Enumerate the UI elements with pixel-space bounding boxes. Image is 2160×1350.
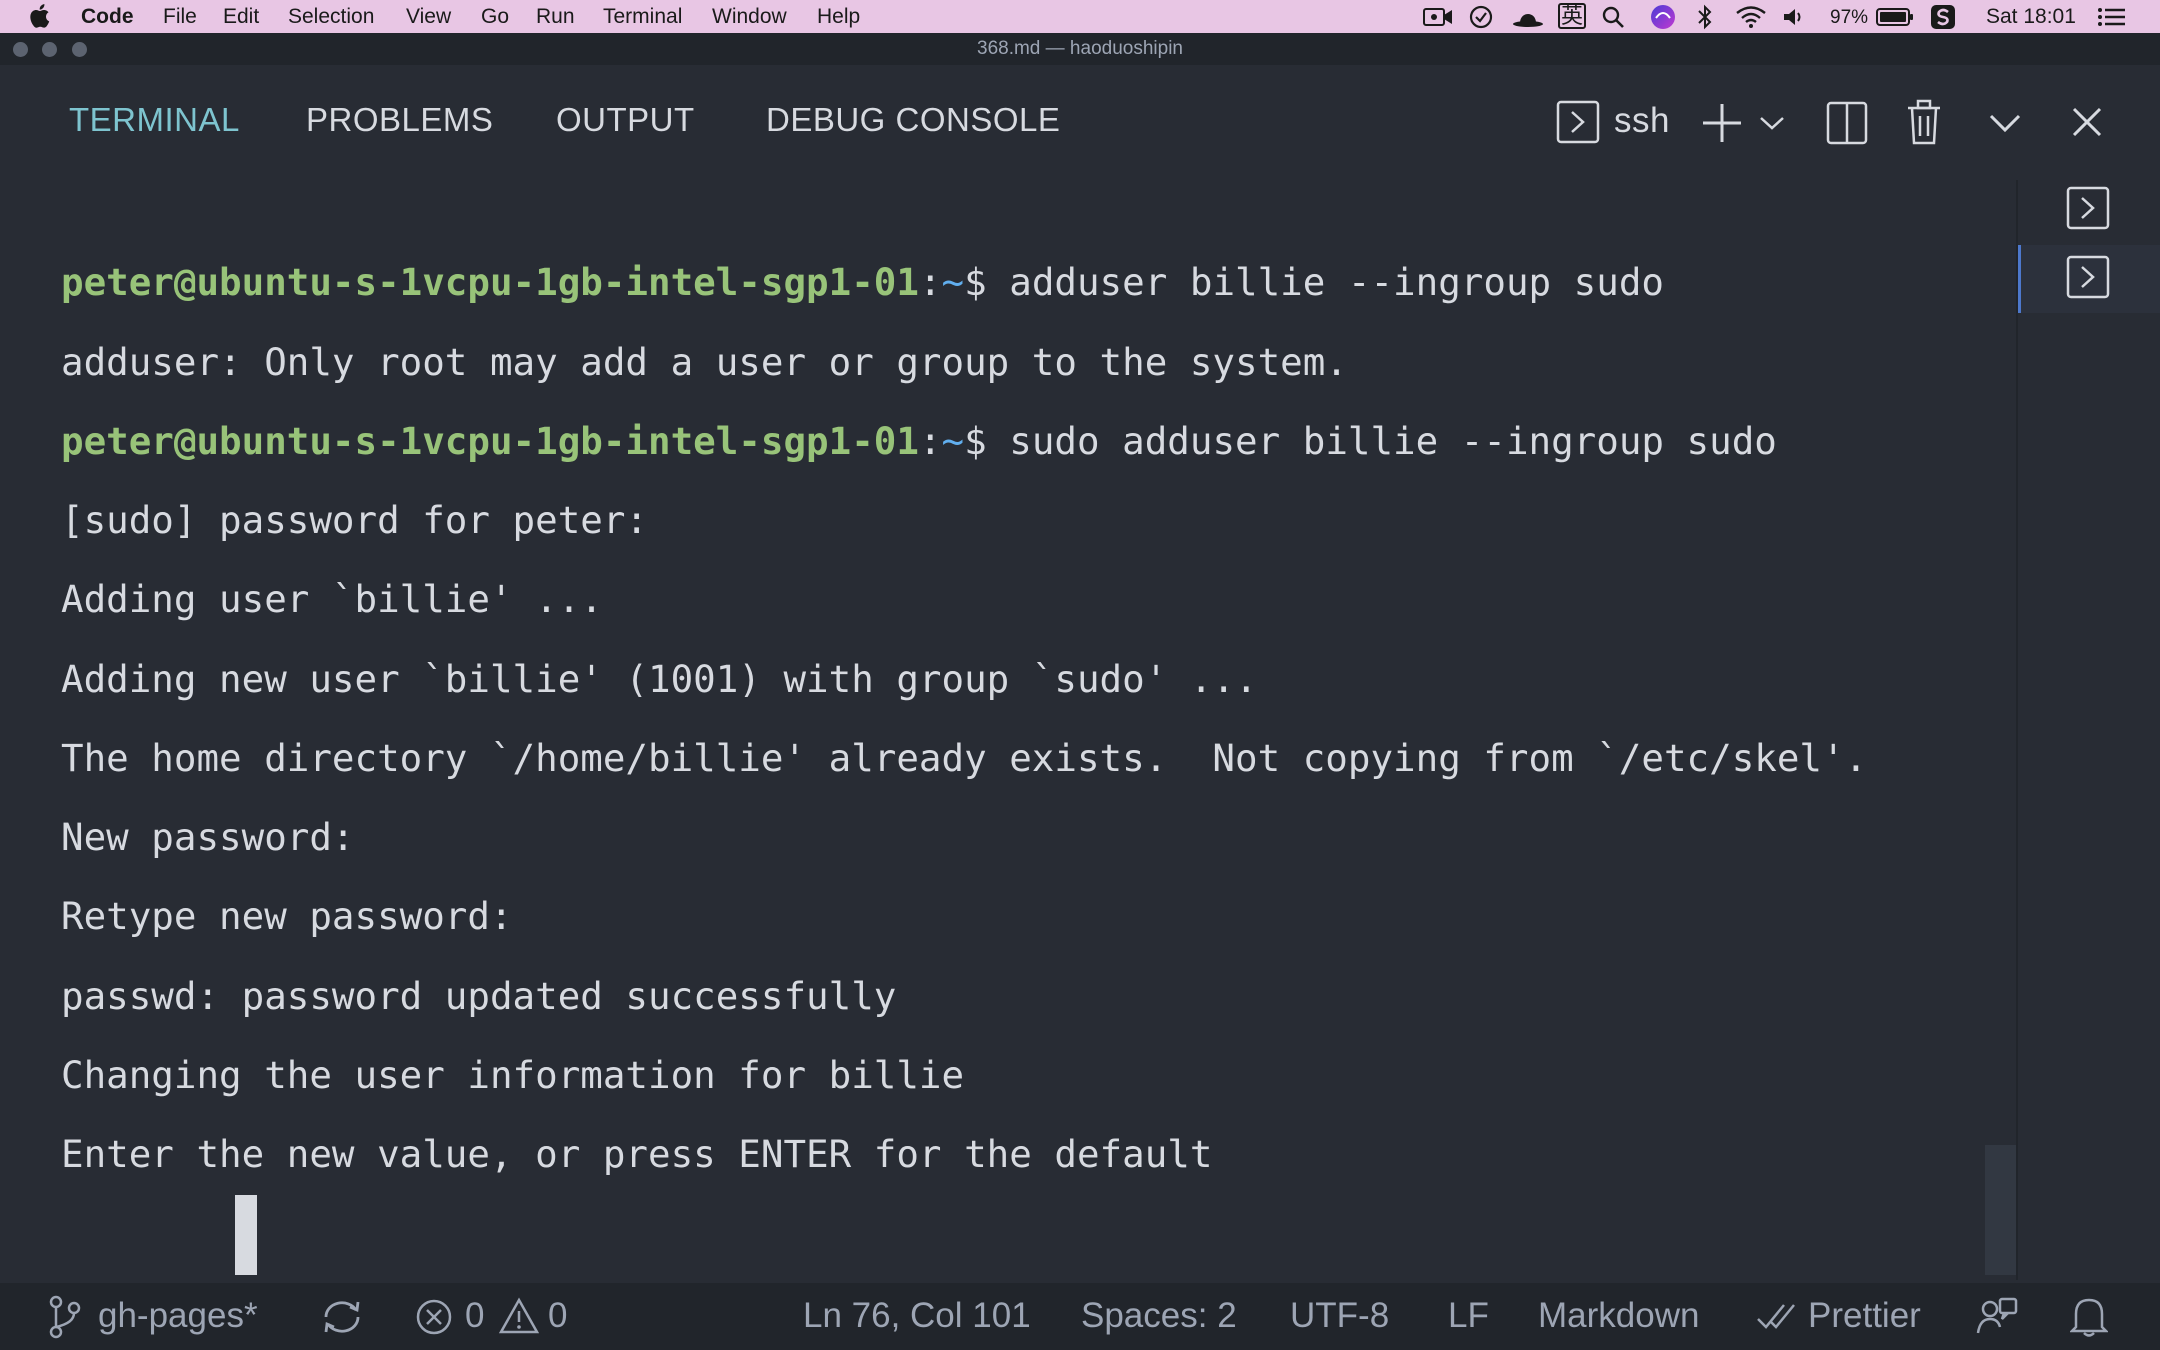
menu-selection[interactable]: Selection	[288, 5, 374, 29]
terminal-selector[interactable]: ssh	[1614, 101, 1670, 141]
maximize-panel-chevron-icon[interactable]	[1988, 111, 2022, 135]
cursor-position[interactable]: Ln 76, Col 101	[803, 1296, 1031, 1336]
language-mode[interactable]: Markdown	[1538, 1296, 1699, 1336]
app-s-icon[interactable]	[1930, 4, 1956, 30]
input-method-icon[interactable]: 英	[1558, 3, 1587, 29]
search-icon[interactable]	[1601, 5, 1625, 29]
prompt-path: ~	[941, 419, 965, 463]
prompt-symbol: $	[964, 260, 987, 304]
screen-record-icon[interactable]	[1423, 6, 1453, 28]
new-terminal-icon[interactable]	[1700, 101, 1744, 145]
terminal-tabs-list	[2018, 180, 2160, 1280]
error-icon[interactable]	[415, 1298, 453, 1336]
terminal-line: passwd: password updated successfully	[61, 974, 897, 1018]
menu-terminal[interactable]: Terminal	[603, 5, 682, 29]
command-text: adduser billie --ingroup sudo	[986, 260, 1664, 304]
prompt-symbol: $	[964, 419, 987, 463]
window-title-bar: 368.md — haoduoshipin	[0, 33, 2160, 65]
bluetooth-icon[interactable]	[1696, 4, 1714, 30]
menu-file[interactable]: File	[163, 5, 197, 29]
macos-menu-bar: Code File Edit Selection View Go Run Ter…	[0, 0, 2160, 33]
end-of-line[interactable]: LF	[1448, 1296, 1489, 1336]
menu-view[interactable]: View	[406, 5, 451, 29]
volume-icon[interactable]	[1781, 5, 1805, 29]
prompt-path: ~	[941, 260, 965, 304]
close-panel-icon[interactable]	[2071, 106, 2103, 138]
terminal-line: The home directory `/home/billie' alread…	[61, 736, 1868, 780]
feedback-icon[interactable]	[1976, 1295, 2018, 1337]
list-icon[interactable]	[2097, 6, 2127, 28]
terminal-line: Adding user `billie' ...	[61, 577, 603, 621]
bell-icon[interactable]	[2070, 1294, 2108, 1338]
terminal-line: adduser: Only root may add a user or gro…	[61, 340, 1348, 384]
terminal-shell-icon	[1556, 100, 1600, 144]
wifi-icon[interactable]	[1735, 5, 1767, 29]
menu-window[interactable]: Window	[712, 5, 787, 29]
status-bar: gh-pages* 0 0 Ln 76, Col 101 Spaces: 2 U…	[0, 1283, 2160, 1350]
terminal-line: Enter the new value, or press ENTER for …	[61, 1132, 1213, 1176]
error-count[interactable]: 0	[465, 1296, 484, 1336]
battery-icon[interactable]	[1876, 7, 1914, 27]
formatter[interactable]: Prettier	[1808, 1296, 1921, 1336]
git-branch[interactable]: gh-pages*	[98, 1296, 258, 1336]
tab-terminal[interactable]: TERMINAL	[69, 101, 240, 139]
prompt-user: peter@ubuntu-s-1vcpu-1gb-intel-sgp1-01	[61, 260, 919, 304]
terminal-shell-icon	[2066, 255, 2110, 299]
prompt-separator: :	[918, 419, 942, 463]
terminal-shell-icon	[2066, 186, 2110, 230]
terminal-output[interactable]: peter@ubuntu-s-1vcpu-1gb-intel-sgp1-01:~…	[0, 180, 2018, 1280]
split-terminal-icon[interactable]	[1826, 101, 1868, 145]
tab-output[interactable]: OUTPUT	[556, 101, 695, 139]
git-branch-icon[interactable]	[48, 1295, 82, 1339]
menu-go[interactable]: Go	[481, 5, 509, 29]
menu-app-name[interactable]: Code	[81, 5, 134, 29]
prompt-user: peter@ubuntu-s-1vcpu-1gb-intel-sgp1-01	[61, 419, 919, 463]
terminal-tab-1[interactable]	[2018, 180, 2160, 248]
menu-run[interactable]: Run	[536, 5, 575, 29]
warning-count[interactable]: 0	[548, 1296, 567, 1336]
terminal-line: Retype new password:	[61, 894, 513, 938]
terminal-scrollbar[interactable]	[1985, 1145, 2017, 1275]
sync-icon[interactable]	[320, 1297, 364, 1337]
terminal-cursor	[235, 1195, 257, 1275]
terminal-line: New password:	[61, 815, 355, 859]
siri-icon[interactable]	[1650, 4, 1676, 30]
trash-icon[interactable]	[1906, 98, 1942, 146]
warning-icon[interactable]	[498, 1297, 540, 1335]
panel-header: TERMINAL PROBLEMS OUTPUT DEBUG CONSOLE s…	[0, 65, 2160, 180]
indentation[interactable]: Spaces: 2	[1081, 1296, 1237, 1336]
terminal-line: [sudo] password for peter:	[61, 498, 648, 542]
menu-help[interactable]: Help	[817, 5, 860, 29]
command-text: sudo adduser billie --ingroup sudo	[986, 419, 1777, 463]
chevron-down-icon[interactable]	[1758, 113, 1786, 133]
apple-logo[interactable]	[28, 3, 50, 29]
menubar-clock[interactable]: Sat 18:01	[1986, 5, 2076, 29]
encoding[interactable]: UTF-8	[1290, 1296, 1389, 1336]
battery-percent: 97%	[1830, 7, 1869, 28]
terminal-line: peter@ubuntu-s-1vcpu-1gb-intel-sgp1-01:~…	[61, 260, 1664, 304]
window-title: 368.md — haoduoshipin	[977, 38, 1183, 59]
tab-debug-console[interactable]: DEBUG CONSOLE	[766, 101, 1060, 139]
terminal-line: Adding new user `billie' (1001) with gro…	[61, 657, 1258, 701]
terminal-tab-2[interactable]	[2018, 245, 2160, 313]
tab-problems[interactable]: PROBLEMS	[306, 101, 493, 139]
prompt-separator: :	[918, 260, 942, 304]
menu-edit[interactable]: Edit	[223, 5, 259, 29]
hat-icon[interactable]	[1512, 5, 1544, 29]
terminal-line: Changing the user information for billie	[61, 1053, 965, 1097]
terminal-line: peter@ubuntu-s-1vcpu-1gb-intel-sgp1-01:~…	[61, 419, 1777, 463]
double-check-icon[interactable]	[1756, 1299, 1802, 1335]
sync-app-icon[interactable]	[1468, 5, 1494, 29]
